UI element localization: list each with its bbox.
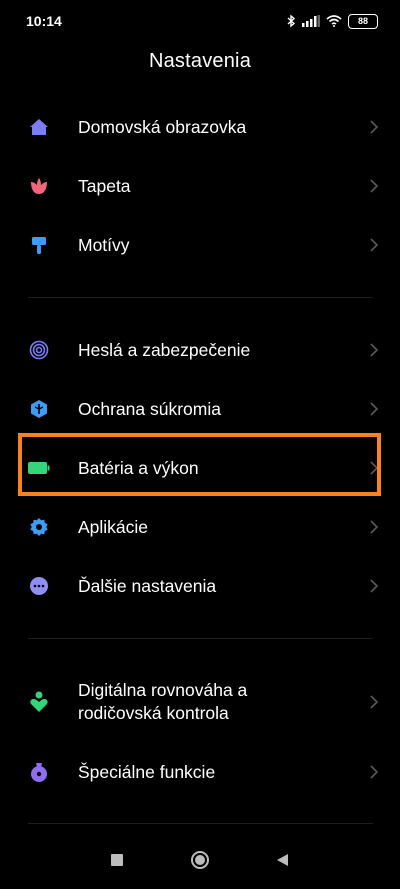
settings-item-label-line2: rodičovská kontrola (78, 703, 229, 723)
fingerprint-icon (28, 339, 50, 361)
settings-item-more-settings[interactable]: Ďalšie nastavenia (0, 557, 400, 615)
status-bar: 10:14 88 (0, 0, 400, 44)
back-triangle-icon (277, 854, 288, 866)
signal-icon (302, 15, 320, 27)
privacy-icon (28, 398, 50, 420)
accessibility-icon (28, 761, 50, 783)
settings-item-label: Špeciálne funkcie (78, 761, 216, 782)
settings-item-privacy[interactable]: Ochrana súkromia (0, 380, 400, 438)
status-time: 10:14 (26, 13, 62, 29)
home-icon (28, 116, 50, 138)
settings-item-label: Tapeta (78, 175, 131, 196)
brush-icon (28, 234, 50, 256)
settings-item-apps[interactable]: Aplikácie (0, 498, 400, 556)
settings-item-label: Ďalšie nastavenia (78, 575, 217, 596)
page-title: Nastavenia (148, 50, 252, 72)
back-button[interactable] (271, 849, 293, 871)
settings-item-label: Heslá a zabezpečenie (78, 339, 251, 360)
settings-item-themes[interactable]: Motívy (0, 216, 400, 274)
circle-icon (191, 851, 209, 869)
bluetooth-icon (287, 14, 296, 28)
more-icon (28, 575, 50, 597)
chevron-right-icon (370, 765, 379, 779)
section-divider (28, 297, 373, 298)
chevron-right-icon (370, 238, 379, 252)
settings-item-label: Digitálna rovnováha a rodičovská kontrol… (78, 679, 360, 725)
settings-item-home-screen[interactable]: Domovská obrazovka (0, 98, 400, 156)
highlight-box (18, 433, 381, 496)
section-divider (28, 823, 373, 824)
chevron-right-icon (370, 343, 379, 357)
recents-button[interactable] (106, 849, 128, 871)
chevron-right-icon (370, 402, 379, 416)
status-icons: 88 (287, 12, 378, 30)
chevron-right-icon (370, 179, 379, 193)
settings-item-digital-wellbeing[interactable]: Digitálna rovnováha a rodičovská kontrol… (0, 670, 400, 734)
navigation-bar (0, 835, 400, 889)
settings-item-label: Motívy (78, 234, 130, 255)
chevron-right-icon (370, 579, 379, 593)
square-icon (111, 854, 123, 866)
gear-icon (28, 516, 50, 538)
battery-level: 88 (348, 13, 378, 29)
settings-item-label: Ochrana súkromia (78, 398, 221, 419)
home-button[interactable] (189, 849, 211, 871)
flower-icon (28, 175, 50, 197)
wellbeing-icon (28, 691, 50, 713)
wifi-icon (326, 15, 342, 27)
chevron-right-icon (370, 120, 379, 134)
settings-item-passwords-security[interactable]: Heslá a zabezpečenie (0, 321, 400, 379)
settings-item-label: Aplikácie (78, 516, 149, 537)
settings-item-wallpaper[interactable]: Tapeta (0, 157, 400, 215)
settings-item-label-line1: Digitálna rovnováha a (78, 680, 248, 700)
section-divider (28, 638, 373, 639)
chevron-right-icon (370, 520, 379, 534)
settings-item-special-features[interactable]: Špeciálne funkcie (0, 743, 400, 801)
chevron-right-icon (370, 695, 379, 709)
settings-item-label: Domovská obrazovka (78, 116, 247, 137)
